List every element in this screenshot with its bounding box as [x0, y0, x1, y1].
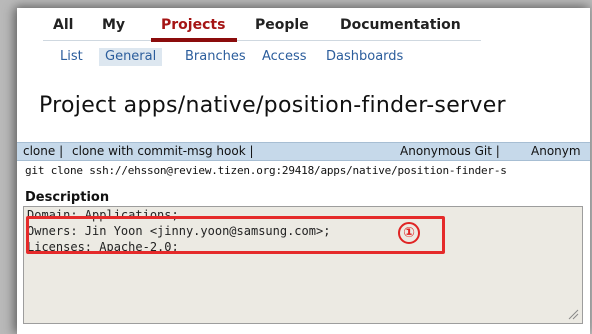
page-title: Project apps/native/position-finder-serv…: [39, 93, 506, 118]
resize-grip-icon[interactable]: [567, 308, 579, 320]
submenu-branches[interactable]: Branches: [179, 48, 252, 66]
submenu-dashboards[interactable]: Dashboards: [320, 48, 409, 66]
submenu-list[interactable]: List: [54, 48, 89, 66]
menu-my[interactable]: My: [102, 17, 125, 33]
active-tab-indicator: [151, 38, 237, 42]
menu-divider: [43, 40, 481, 41]
description-heading: Description: [25, 190, 110, 205]
owners-highlight-box: [26, 216, 445, 254]
gerrit-project-page: All My Projects People Documentation Lis…: [17, 8, 590, 334]
submenu-access[interactable]: Access: [256, 48, 313, 66]
annotation-number: ①: [398, 222, 420, 244]
submenu-general[interactable]: General: [99, 48, 163, 66]
top-menu: All My Projects People Documentation: [17, 8, 487, 36]
menu-all[interactable]: All: [53, 17, 73, 33]
anonymous-http-link[interactable]: Anonym: [531, 144, 581, 158]
menu-projects[interactable]: Projects: [161, 17, 225, 33]
sub-menu: List General Branches Access Dashboards: [17, 45, 487, 71]
menu-people[interactable]: People: [255, 17, 309, 33]
clone-command[interactable]: git clone ssh://ehsson@review.tizen.org:…: [25, 164, 507, 177]
clone-with-hook-link[interactable]: clone with commit-msg hook |: [72, 144, 254, 158]
clone-bar: clone | clone with commit-msg hook | Ano…: [17, 142, 590, 161]
menu-documentation[interactable]: Documentation: [340, 17, 461, 33]
clone-link[interactable]: clone |: [23, 144, 63, 158]
anonymous-git-link[interactable]: Anonymous Git |: [400, 144, 500, 158]
